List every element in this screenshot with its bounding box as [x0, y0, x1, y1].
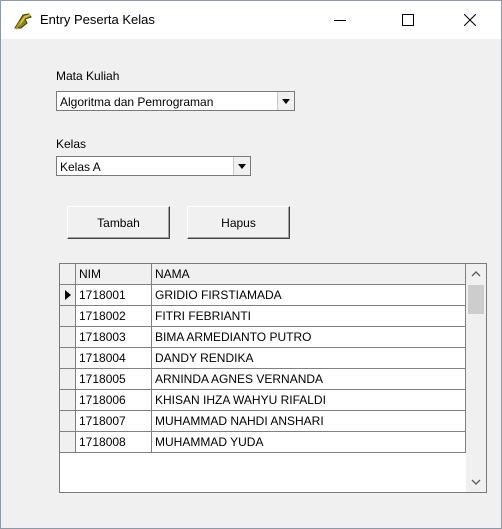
window-title: Entry Peserta Kelas [40, 12, 155, 27]
chevron-down-icon [471, 479, 481, 485]
mata-kuliah-select[interactable]: Algoritma dan Pemrograman [56, 91, 295, 111]
peserta-grid[interactable]: NIM NAMA 1718001 GRIDIO FIRSTIAMADA 171800… [59, 263, 487, 493]
entry-peserta-kelas-window: Entry Peserta Kelas Mata Kuliah Algoritm… [0, 0, 502, 529]
scroll-up-button[interactable] [466, 265, 486, 283]
chevron-up-icon [471, 271, 481, 277]
kelas-value: Kelas A [60, 160, 101, 174]
cell-nim[interactable]: 1718003 [76, 327, 152, 348]
maximize-icon [402, 14, 414, 26]
chevron-down-icon [238, 163, 246, 169]
minimize-button[interactable] [317, 1, 363, 39]
cell-nim[interactable]: 1718007 [76, 411, 152, 432]
delphi-helmet-icon [14, 13, 32, 30]
row-indicator-cell[interactable] [60, 285, 76, 306]
cell-nim[interactable]: 1718006 [76, 390, 152, 411]
tambah-button[interactable]: Tambah [67, 206, 170, 239]
cell-nama[interactable]: GRIDIO FIRSTIAMADA [152, 285, 466, 306]
column-header-nim[interactable]: NIM [76, 264, 152, 285]
cell-nama[interactable]: KHISAN IHZA WAHYU RIFALDI [152, 390, 466, 411]
row-indicator-cell[interactable] [60, 348, 76, 369]
mata-kuliah-dropdown-button[interactable] [277, 92, 294, 110]
minimize-icon [334, 20, 346, 21]
row-indicator-cell[interactable] [60, 411, 76, 432]
kelas-dropdown-button[interactable] [233, 157, 250, 175]
scroll-down-button[interactable] [466, 473, 486, 491]
cell-nama[interactable]: BIMA ARMEDIANTO PUTRO [152, 327, 466, 348]
cell-nim[interactable]: 1718001 [76, 285, 152, 306]
row-pointer-icon [65, 290, 71, 300]
close-button[interactable] [447, 1, 493, 39]
grid-corner-cell [60, 264, 76, 285]
row-indicator-cell[interactable] [60, 432, 76, 453]
cell-nama[interactable]: MUHAMMAD YUDA [152, 432, 466, 453]
title-bar[interactable]: Entry Peserta Kelas [1, 1, 501, 39]
cell-nama[interactable]: ARNINDA AGNES VERNANDA [152, 369, 466, 390]
kelas-label: Kelas [56, 137, 87, 151]
row-indicator-cell[interactable] [60, 306, 76, 327]
cell-nim[interactable]: 1718008 [76, 432, 152, 453]
cell-nama[interactable]: MUHAMMAD NAHDI ANSHARI [152, 411, 466, 432]
cell-nama[interactable]: FITRI FEBRIANTI [152, 306, 466, 327]
cell-nim[interactable]: 1718002 [76, 306, 152, 327]
cell-nim[interactable]: 1718005 [76, 369, 152, 390]
hapus-button[interactable]: Hapus [187, 206, 290, 239]
mata-kuliah-value: Algoritma dan Pemrograman [60, 95, 214, 109]
column-header-nama[interactable]: NAMA [152, 264, 466, 285]
cell-nama[interactable]: DANDY RENDIKA [152, 348, 466, 369]
grid-vertical-scrollbar[interactable] [466, 264, 486, 492]
row-indicator-cell[interactable] [60, 390, 76, 411]
chevron-down-icon [282, 98, 290, 104]
scroll-thumb[interactable] [468, 285, 484, 314]
row-indicator-cell[interactable] [60, 327, 76, 348]
maximize-button[interactable] [385, 1, 431, 39]
close-icon [464, 14, 476, 26]
row-indicator-cell[interactable] [60, 369, 76, 390]
mata-kuliah-label: Mata Kuliah [56, 69, 120, 83]
kelas-select[interactable]: Kelas A [56, 156, 251, 176]
cell-nim[interactable]: 1718004 [76, 348, 152, 369]
